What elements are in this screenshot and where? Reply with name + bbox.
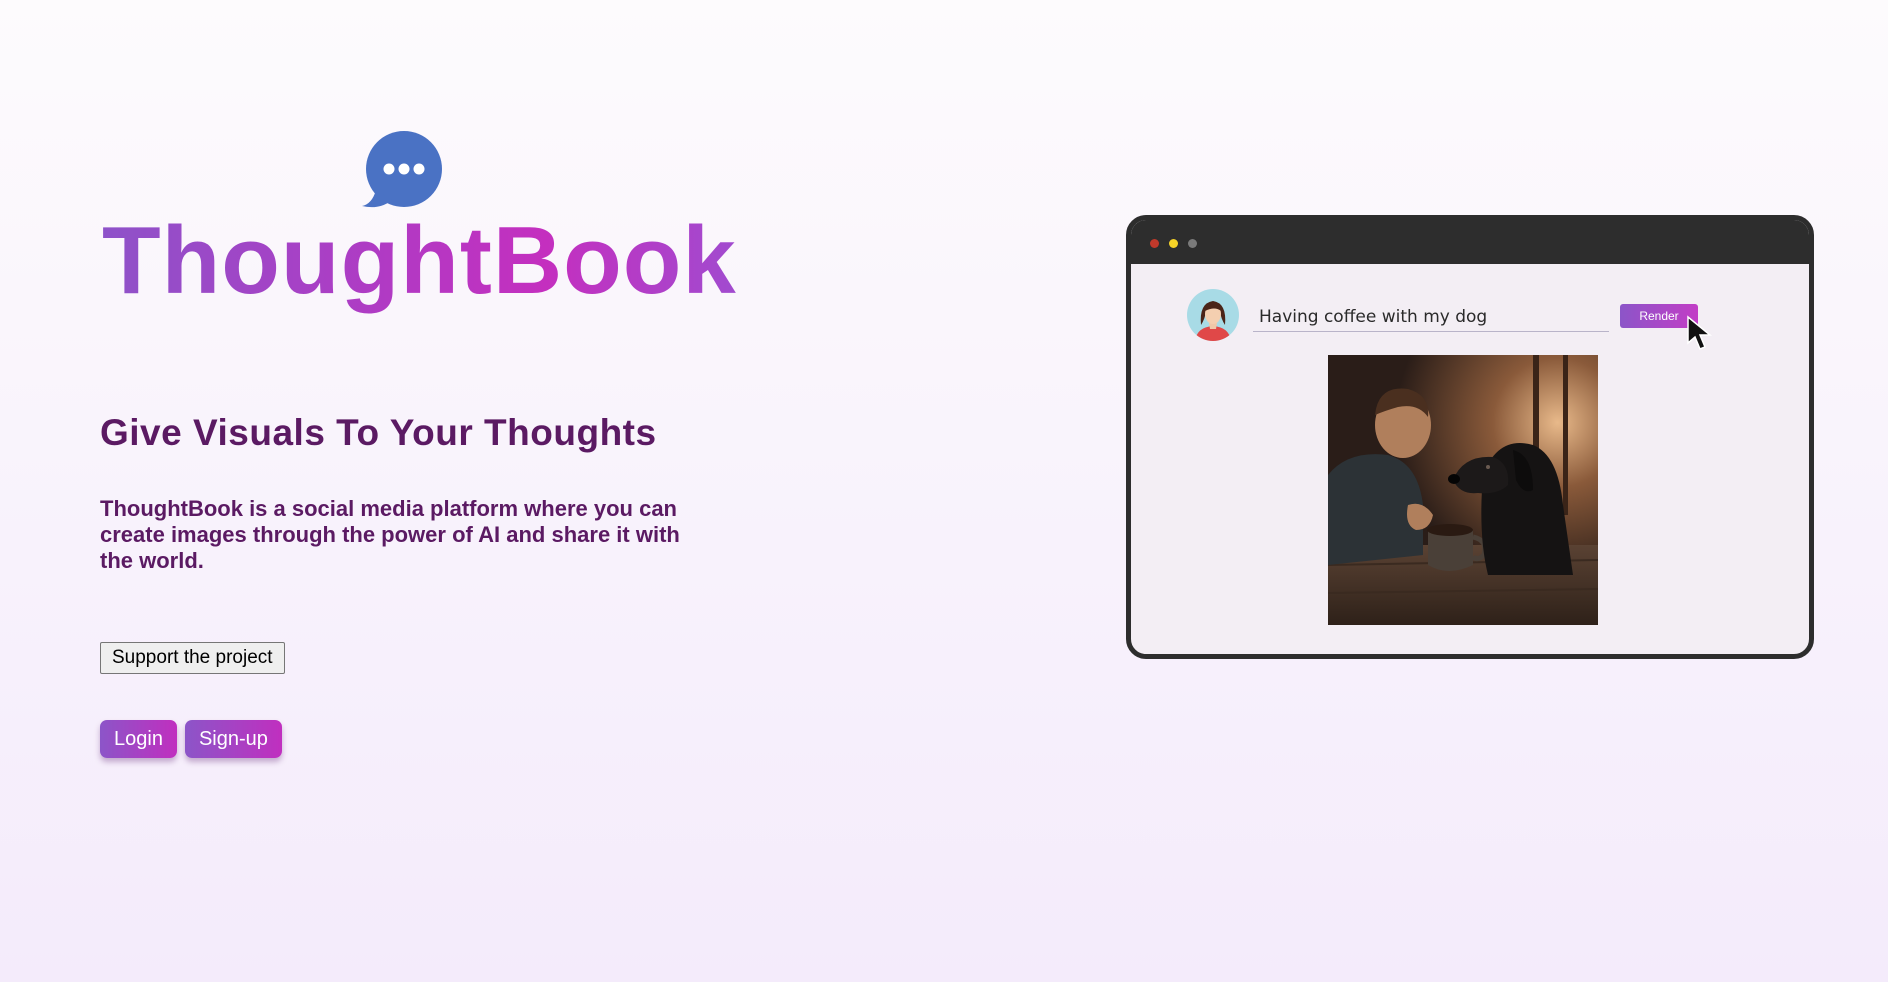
close-dot-icon — [1150, 239, 1159, 248]
maximize-dot-icon — [1188, 239, 1197, 248]
window-title-bar — [1131, 220, 1809, 264]
auth-buttons: Login Sign-up — [100, 720, 282, 758]
login-button[interactable]: Login — [100, 720, 177, 758]
generated-image — [1328, 355, 1598, 625]
support-project-button[interactable]: Support the project — [100, 642, 285, 674]
avatar — [1187, 289, 1239, 341]
minimize-dot-icon — [1169, 239, 1178, 248]
hero-section: ThoughtBook Give Visuals To Your Thought… — [100, 0, 736, 982]
logo: ThoughtBook — [100, 130, 736, 320]
brand-title: ThoughtBook — [102, 207, 737, 314]
prompt-input[interactable] — [1253, 302, 1609, 332]
signup-button[interactable]: Sign-up — [184, 720, 282, 758]
tagline: Give Visuals To Your Thoughts — [100, 412, 657, 453]
mouse-cursor-icon — [1687, 315, 1713, 350]
description: ThoughtBook is a social media platform w… — [100, 496, 680, 573]
app-preview-window: Render — [1126, 215, 1814, 659]
speech-bubble-icon — [362, 131, 442, 208]
